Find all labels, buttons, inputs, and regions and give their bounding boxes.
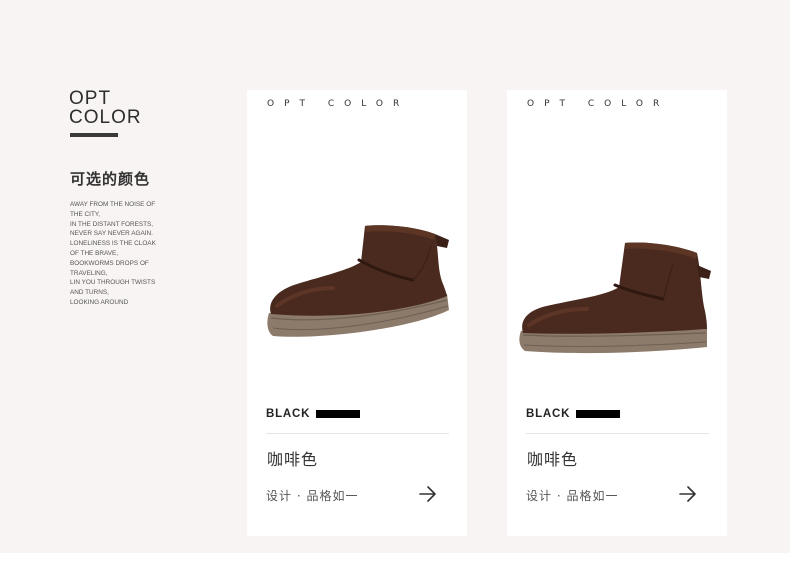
color-options-section: OPT COLOR 可选的颜色 AWAY FROM THE NOISE OF T… bbox=[0, 0, 790, 553]
label-bar bbox=[316, 410, 361, 418]
card-top-label: OPT COLOR bbox=[267, 99, 410, 109]
poem-line: NEVER SAY NEVER AGAIN. bbox=[70, 230, 153, 238]
color-name: 咖啡色 bbox=[267, 450, 319, 469]
poem-line: LIN YOU THROUGH TWISTS bbox=[70, 279, 156, 287]
color-label: BLACK bbox=[526, 408, 571, 420]
boot-image bbox=[519, 242, 711, 354]
poem-text: AWAY FROM THE NOISE OF THE CITY, IN THE … bbox=[70, 200, 170, 308]
card-meta: 设计 · 品格如一 bbox=[526, 489, 619, 503]
arrow-right-icon[interactable] bbox=[419, 486, 437, 502]
arrow-right-icon[interactable] bbox=[679, 486, 697, 502]
product-card-1[interactable]: OPT COLOR BLACK 咖啡色 设计 · 品格如一 bbox=[247, 90, 467, 536]
color-label-row: BLACK bbox=[266, 407, 361, 421]
heading-line-1: OPT bbox=[69, 88, 112, 109]
product-card-2[interactable]: OPT COLOR BLACK 咖啡色 设计 · 品格如一 bbox=[507, 90, 727, 536]
poem-line: IN THE DISTANT FORESTS, bbox=[70, 220, 154, 228]
color-label: BLACK bbox=[266, 408, 311, 420]
card-divider bbox=[526, 433, 709, 434]
card-meta: 设计 · 品格如一 bbox=[266, 489, 359, 503]
poem-line: AWAY FROM THE NOISE OF bbox=[70, 201, 156, 208]
poem-line: BOOKWORMS DROPS OF bbox=[70, 259, 149, 267]
poem-line: AND TURNS, bbox=[70, 289, 109, 297]
section-subtitle: 可选的颜色 bbox=[70, 170, 151, 188]
poem-line: LONELINESS IS THE CLOAK bbox=[70, 240, 156, 248]
poem-line: LOOKING AROUND bbox=[70, 298, 129, 306]
poem-line: TRAVELING, bbox=[70, 269, 108, 277]
card-top-label: OPT COLOR bbox=[527, 99, 670, 109]
color-label-row: BLACK bbox=[526, 407, 621, 421]
poem-line: THE CITY, bbox=[70, 210, 101, 218]
boot-image bbox=[267, 225, 449, 337]
heading-line-2: COLOR bbox=[69, 107, 142, 128]
section-heading: OPT COLOR bbox=[69, 89, 142, 127]
poem-line: OF THE BRAVE, bbox=[70, 249, 119, 257]
label-bar bbox=[576, 410, 621, 418]
card-divider bbox=[266, 433, 449, 434]
color-name: 咖啡色 bbox=[527, 450, 579, 469]
heading-underline bbox=[70, 133, 118, 137]
